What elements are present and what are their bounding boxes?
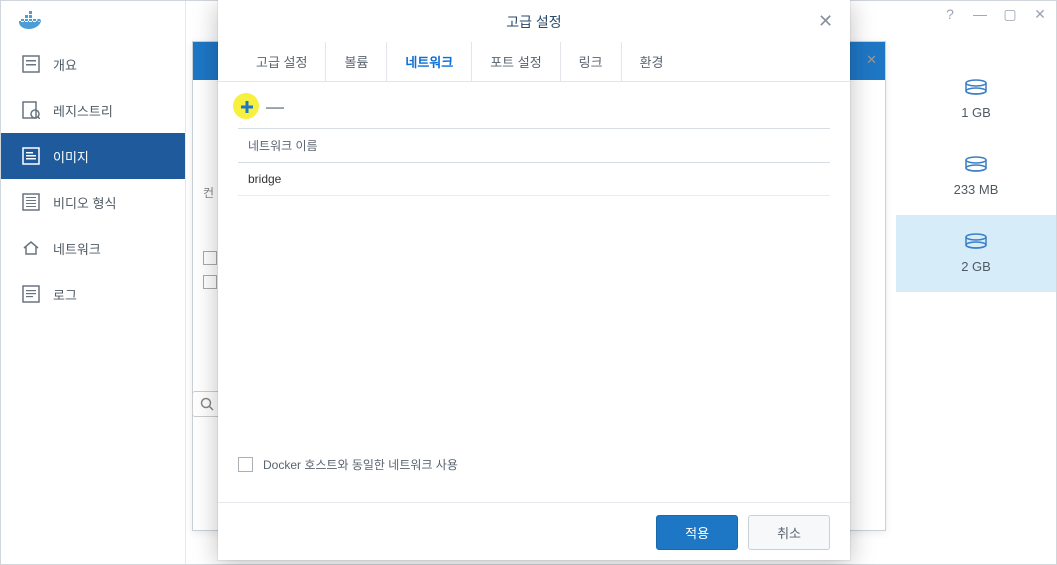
apply-button[interactable]: 적용 <box>656 515 738 550</box>
sidebar-item-video[interactable]: 비디오 형식 <box>1 179 185 225</box>
tab-network[interactable]: 네트워크 <box>387 42 472 81</box>
tab-advanced[interactable]: 고급 설정 <box>238 42 326 81</box>
remove-network-button[interactable]: — <box>266 98 284 116</box>
disk-icon <box>964 156 988 176</box>
registry-icon <box>21 100 41 120</box>
maximize-button[interactable]: ▢ <box>1002 6 1018 22</box>
add-network-button[interactable] <box>238 98 256 116</box>
storage-size: 2 GB <box>961 259 991 274</box>
storage-item[interactable]: 1 GB <box>896 61 1056 138</box>
storage-column: 1 GB 233 MB 2 GB <box>896 61 1056 292</box>
network-icon <box>21 238 41 258</box>
sidebar-item-label: 이미지 <box>53 147 89 166</box>
docker-logo-icon <box>19 9 47 29</box>
sidebar-item-registry[interactable]: 레지스트리 <box>1 87 185 133</box>
network-table-header: 네트워크 이름 <box>238 129 830 163</box>
storage-item[interactable]: 2 GB <box>896 215 1056 292</box>
advanced-settings-dialog: 고급 설정 ✕ 고급 설정 볼륨 네트워크 포트 설정 링크 환경 — 네트워크… <box>218 0 850 560</box>
dialog-body: — 네트워크 이름 bridge Docker 호스트와 동일한 네트워크 사용 <box>218 82 850 502</box>
dialog-header: 고급 설정 ✕ <box>218 0 850 44</box>
dialog-footer: 적용 취소 <box>218 502 850 562</box>
checkbox-indicator[interactable] <box>203 275 217 289</box>
tab-environment[interactable]: 환경 <box>622 42 682 81</box>
dialog-tabs: 고급 설정 볼륨 네트워크 포트 설정 링크 환경 <box>218 44 850 82</box>
close-icon[interactable]: ✕ <box>818 12 836 30</box>
disk-icon <box>964 233 988 253</box>
minimize-button[interactable]: — <box>972 6 988 22</box>
host-network-option: Docker 호스트와 동일한 네트워크 사용 <box>238 456 830 473</box>
storage-item[interactable]: 233 MB <box>896 138 1056 215</box>
inner-close-icon[interactable]: ✕ <box>866 52 877 68</box>
sidebar-item-image[interactable]: 이미지 <box>1 133 185 179</box>
sidebar-item-label: 레지스트리 <box>53 101 113 120</box>
tab-link[interactable]: 링크 <box>561 42 622 81</box>
disk-icon <box>964 79 988 99</box>
video-icon <box>21 192 41 212</box>
action-row: — <box>238 98 830 116</box>
help-button[interactable]: ? <box>942 6 958 22</box>
network-table-row[interactable]: bridge <box>238 163 830 196</box>
host-network-label: Docker 호스트와 동일한 네트워크 사용 <box>263 456 458 473</box>
titlebar-controls: ? — ▢ ✕ <box>942 6 1048 22</box>
cancel-button[interactable]: 취소 <box>748 515 830 550</box>
sidebar-item-label: 비디오 형식 <box>53 193 116 212</box>
sidebar: 개요 레지스트리 이미지 비디오 형식 네트워크 로그 <box>1 1 186 564</box>
dialog-title: 고급 설정 <box>506 12 561 32</box>
sidebar-item-label: 개요 <box>53 55 77 74</box>
image-icon <box>21 146 41 166</box>
host-network-checkbox[interactable] <box>238 457 253 472</box>
storage-size: 233 MB <box>954 182 999 197</box>
storage-size: 1 GB <box>961 105 991 120</box>
network-table: 네트워크 이름 bridge <box>238 128 830 196</box>
sidebar-item-overview[interactable]: 개요 <box>1 41 185 87</box>
sidebar-item-network[interactable]: 네트워크 <box>1 225 185 271</box>
tab-port[interactable]: 포트 설정 <box>472 42 560 81</box>
sidebar-item-label: 로그 <box>53 285 77 304</box>
sidebar-item-log[interactable]: 로그 <box>1 271 185 317</box>
close-button[interactable]: ✕ <box>1032 6 1048 22</box>
sidebar-item-label: 네트워크 <box>53 239 101 258</box>
overview-icon <box>21 54 41 74</box>
log-icon <box>21 284 41 304</box>
checkbox-indicator[interactable] <box>203 251 217 265</box>
tab-volume[interactable]: 볼륨 <box>326 42 387 81</box>
